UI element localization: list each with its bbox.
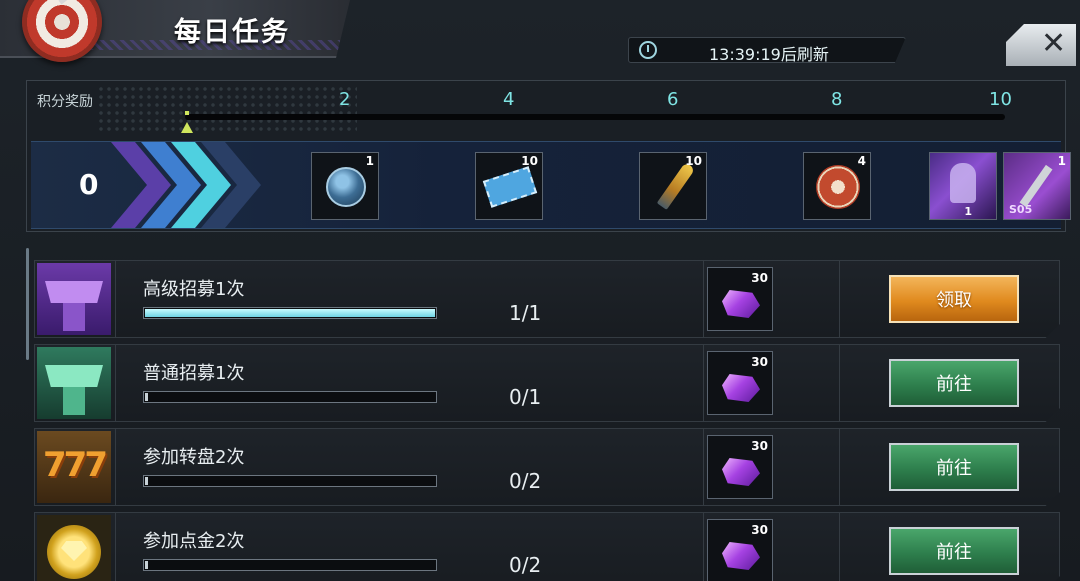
page-title: 每日任务	[174, 17, 290, 48]
milestone-label: 10	[989, 89, 1012, 110]
task-reward[interactable]: 30	[707, 351, 773, 415]
reward-count: 10	[685, 154, 702, 168]
reward-item[interactable]: 1	[311, 152, 379, 220]
progress-pointer-icon	[181, 111, 193, 133]
task-reward[interactable]: 30	[707, 435, 773, 499]
go-button[interactable]: 前往	[889, 359, 1019, 407]
purple-gem-icon	[722, 374, 760, 402]
reward-count: 30	[751, 439, 768, 453]
claim-button[interactable]: 领取	[889, 275, 1019, 323]
reward-item[interactable]: S05 1	[1003, 152, 1071, 220]
milestone-label: 8	[831, 89, 843, 110]
close-button[interactable]: ✕	[1006, 24, 1076, 66]
task-name: 高级招募1次	[143, 279, 245, 300]
reward-count: 30	[751, 355, 768, 369]
character-card-icon	[930, 153, 996, 219]
purple-gem-icon	[722, 458, 760, 486]
task-row: 参加点金2次 0/2 30 前往	[34, 512, 1060, 581]
task-row: 普通招募1次 0/1 30 前往	[34, 344, 1060, 422]
scrollbar[interactable]	[26, 248, 29, 360]
reward-item[interactable]: 10	[639, 152, 707, 220]
reward-count: 10	[521, 154, 538, 168]
coin-icon	[326, 167, 366, 207]
task-name: 普通招募1次	[143, 363, 245, 384]
slot-777-icon: 777	[37, 431, 111, 503]
purple-gem-icon	[722, 290, 760, 318]
go-button[interactable]: 前往	[889, 443, 1019, 491]
task-progress-text: 0/2	[509, 553, 542, 577]
bullet-icon	[656, 162, 696, 210]
daily-tasks-window: 每日任务 13:39:19后刷新 ✕ 积分奖励 2 4 6 8 10 0 1 1…	[0, 0, 1080, 581]
reward-item[interactable]: 1	[929, 152, 997, 220]
milestone-label: 2	[339, 89, 351, 110]
reward-count: 1	[365, 154, 374, 168]
points-reward-panel: 积分奖励 2 4 6 8 10 0 1 10 10 4 1 S05 1	[26, 80, 1071, 232]
reward-strip: 0 1 10 10 4 1 S05 1	[31, 141, 1071, 229]
reward-count: 30	[751, 523, 768, 537]
task-name: 参加转盘2次	[143, 447, 245, 468]
task-progress-bar	[143, 559, 437, 571]
task-name: 参加点金2次	[143, 531, 245, 552]
milestone-label: 4	[503, 89, 515, 110]
reward-count: 4	[857, 154, 866, 168]
casino-chip-icon	[816, 165, 860, 209]
current-score: 0	[79, 168, 99, 201]
task-progress-text: 0/1	[509, 385, 542, 409]
task-reward[interactable]: 30	[707, 519, 773, 581]
go-button[interactable]: 前往	[889, 527, 1019, 575]
reward-count: 1	[964, 205, 972, 218]
task-row: 高级招募1次 1/1 30 领取	[34, 260, 1060, 338]
stopwatch-icon	[639, 41, 657, 59]
task-progress-bar	[143, 307, 437, 319]
gold-coin-icon	[37, 515, 111, 581]
reward-count: 30	[751, 271, 768, 285]
green-recruit-icon	[37, 347, 111, 419]
close-icon: ✕	[1041, 26, 1067, 61]
task-progress-bar	[143, 475, 437, 487]
purple-gem-icon	[722, 542, 760, 570]
chevron-decoration	[31, 142, 271, 228]
task-reward[interactable]: 30	[707, 267, 773, 331]
points-label: 积分奖励	[37, 94, 93, 110]
refresh-timer-text: 13:39:19后刷新	[709, 45, 829, 64]
milestone-label: 6	[667, 89, 679, 110]
purple-recruit-icon	[37, 263, 111, 335]
reward-tag: S05	[1009, 203, 1033, 216]
task-progress-text: 1/1	[509, 301, 542, 325]
reward-item[interactable]: 4	[803, 152, 871, 220]
task-row: 777 参加转盘2次 0/2 30 前往	[34, 428, 1060, 506]
task-progress-text: 0/2	[509, 469, 542, 493]
cinema-ticket-icon	[482, 166, 538, 208]
reward-count: 1	[1057, 154, 1066, 168]
refresh-timer: 13:39:19后刷新	[628, 37, 906, 63]
task-list[interactable]: 高级招募1次 1/1 30 领取 普通招募1次 0/1 30 前往 777 参加…	[26, 246, 1066, 581]
reward-item[interactable]: 10	[475, 152, 543, 220]
points-progress-track	[185, 114, 1005, 120]
task-progress-bar	[143, 391, 437, 403]
